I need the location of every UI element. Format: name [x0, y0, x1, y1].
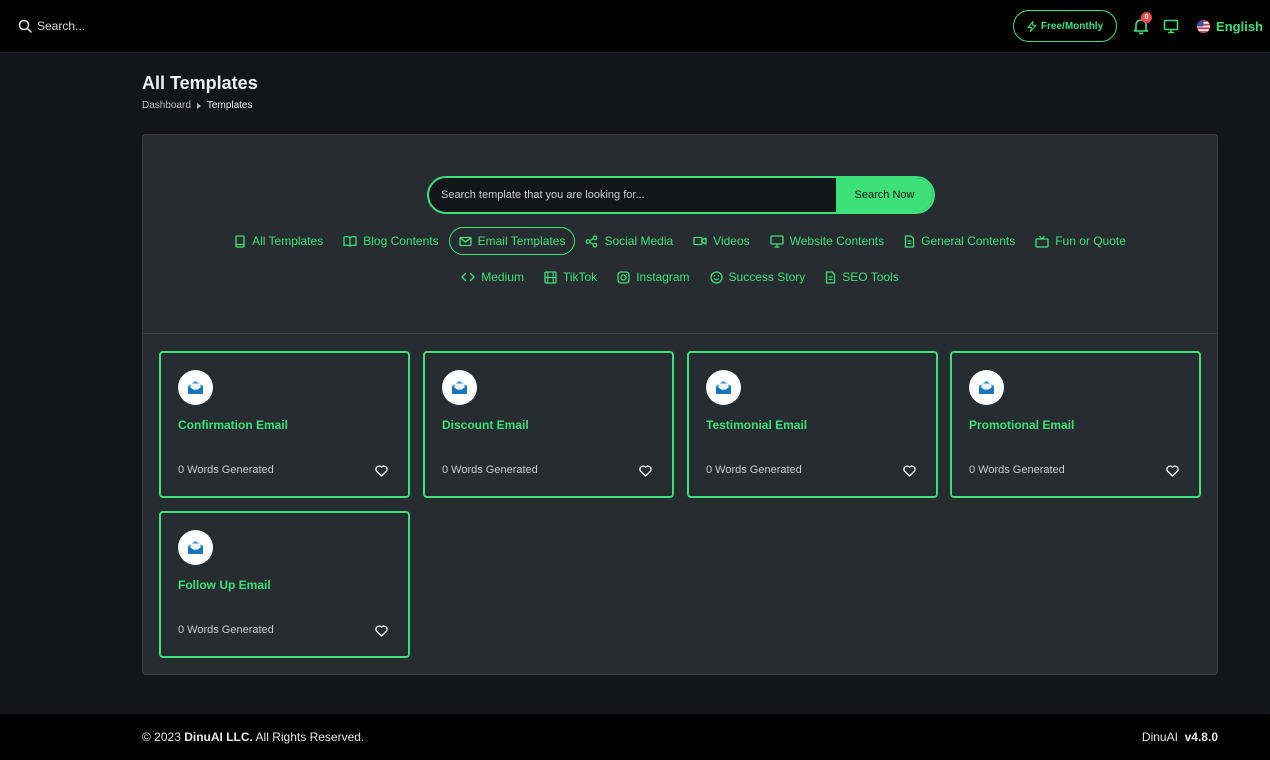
template-title: Discount Email [442, 418, 529, 432]
breadcrumb-dashboard[interactable]: Dashboard [142, 100, 191, 111]
heart-icon[interactable] [375, 625, 388, 637]
template-search-input[interactable] [429, 178, 836, 212]
filter-section: Search Now All Templates Blog Contents E… [143, 135, 1217, 334]
category-label: Success Story [728, 270, 806, 284]
search-icon [18, 19, 32, 33]
category-label: Videos [713, 234, 750, 248]
category-website-contents[interactable]: Website Contents [760, 227, 895, 255]
category-label: Fun or Quote [1055, 234, 1126, 248]
category-label: Instagram [636, 270, 690, 284]
open-book-icon [343, 235, 357, 247]
global-search-placeholder[interactable]: Search... [37, 19, 85, 33]
monitor-icon[interactable] [1163, 19, 1179, 34]
category-fun-or-quote[interactable]: Fun or Quote [1025, 227, 1136, 255]
template-title: Promotional Email [969, 418, 1075, 432]
category-all-templates[interactable]: All Templates [224, 227, 333, 255]
copyright-prefix: © 2023 [142, 730, 185, 744]
global-search[interactable]: Search... [18, 19, 85, 33]
category-general-contents[interactable]: General Contents [894, 227, 1025, 255]
document-icon [825, 270, 836, 284]
category-row-2: Medium TikTok Instagram Success Story SE… [143, 263, 1217, 291]
templates-panel: Search Now All Templates Blog Contents E… [142, 134, 1218, 675]
version-info: DinuAI v4.8.0 [1142, 730, 1218, 744]
language-label: English [1216, 18, 1263, 34]
share-icon [585, 234, 598, 248]
heart-icon[interactable] [375, 465, 388, 477]
category-label: Medium [481, 270, 524, 284]
code-icon [461, 272, 475, 282]
template-title: Follow Up Email [178, 578, 271, 592]
category-label: SEO Tools [842, 270, 899, 284]
instagram-icon [617, 270, 630, 284]
category-social-media[interactable]: Social Media [575, 227, 683, 255]
plan-button[interactable]: Free/Monthly [1013, 10, 1118, 42]
notifications-button[interactable]: 0 [1132, 12, 1153, 35]
video-icon [693, 236, 707, 246]
category-success-story[interactable]: Success Story [700, 263, 816, 291]
breadcrumb-separator [196, 102, 201, 109]
category-label: General Contents [921, 234, 1016, 248]
template-card-discount-email[interactable]: Discount Email 0 Words Generated [423, 351, 674, 498]
version-number: v4.8.0 [1184, 730, 1218, 744]
company-name: DinuAI LLC. [184, 730, 253, 744]
search-now-button[interactable]: Search Now [836, 178, 933, 212]
category-label: Blog Contents [363, 234, 439, 248]
words-generated: 0 Words Generated [706, 464, 802, 476]
category-tiktok[interactable]: TikTok [534, 263, 607, 291]
us-flag-icon [1197, 19, 1211, 33]
mail-open-icon [178, 530, 213, 565]
tv-icon [1035, 235, 1049, 248]
heart-icon[interactable] [1166, 465, 1179, 477]
template-search-form: Search Now [427, 176, 935, 214]
heart-icon[interactable] [639, 465, 652, 477]
template-card-testimonial-email[interactable]: Testimonial Email 0 Words Generated [687, 351, 938, 498]
mail-open-icon [442, 370, 477, 405]
page-title: All Templates [142, 73, 258, 93]
category-label: Website Contents [789, 234, 885, 248]
category-label: Social Media [604, 234, 674, 248]
footer: © 2023 DinuAI LLC. All Rights Reserved. … [0, 714, 1270, 760]
document-icon [904, 234, 915, 248]
breadcrumb-templates: Templates [206, 100, 253, 111]
notification-badge: 0 [1141, 12, 1153, 23]
category-blog-contents[interactable]: Blog Contents [333, 227, 448, 255]
category-seo-tools[interactable]: SEO Tools [815, 263, 908, 291]
category-videos[interactable]: Videos [683, 227, 759, 255]
words-generated: 0 Words Generated [442, 464, 538, 476]
plan-label: Free/Monthly [1040, 20, 1104, 32]
category-email-templates[interactable]: Email Templates [448, 227, 576, 255]
template-title: Testimonial Email [706, 418, 808, 432]
category-label: Email Templates [477, 234, 566, 248]
mail-open-icon [178, 370, 213, 405]
template-card-promotional-email[interactable]: Promotional Email 0 Words Generated [950, 351, 1201, 498]
smile-icon [709, 270, 723, 284]
words-generated: 0 Words Generated [178, 464, 274, 476]
category-medium[interactable]: Medium [451, 263, 534, 291]
product-name: DinuAI [1141, 730, 1178, 744]
mail-open-icon [969, 370, 1004, 405]
template-card-confirmation-email[interactable]: Confirmation Email 0 Words Generated [159, 351, 410, 498]
mail-icon [458, 236, 472, 247]
film-icon [544, 270, 557, 284]
template-title: Confirmation Email [178, 418, 289, 432]
book-icon [234, 234, 246, 248]
heart-icon[interactable] [903, 465, 916, 477]
lightning-icon [1027, 20, 1037, 32]
language-selector[interactable]: English [1197, 19, 1263, 34]
copyright: © 2023 DinuAI LLC. All Rights Reserved. [142, 730, 364, 744]
monitor-icon [769, 234, 784, 248]
category-instagram[interactable]: Instagram [607, 263, 699, 291]
words-generated: 0 Words Generated [178, 624, 274, 636]
copyright-suffix: All Rights Reserved. [252, 730, 365, 744]
category-label: All Templates [252, 234, 324, 248]
top-bar: Search... Free/Monthly 0 English [0, 0, 1270, 53]
breadcrumb: Dashboard Templates [142, 100, 253, 111]
category-row-1: All Templates Blog Contents Email Templa… [143, 227, 1217, 255]
template-card-follow-up-email[interactable]: Follow Up Email 0 Words Generated [159, 511, 410, 658]
category-label: TikTok [562, 270, 598, 284]
mail-open-icon [706, 370, 741, 405]
words-generated: 0 Words Generated [969, 464, 1065, 476]
